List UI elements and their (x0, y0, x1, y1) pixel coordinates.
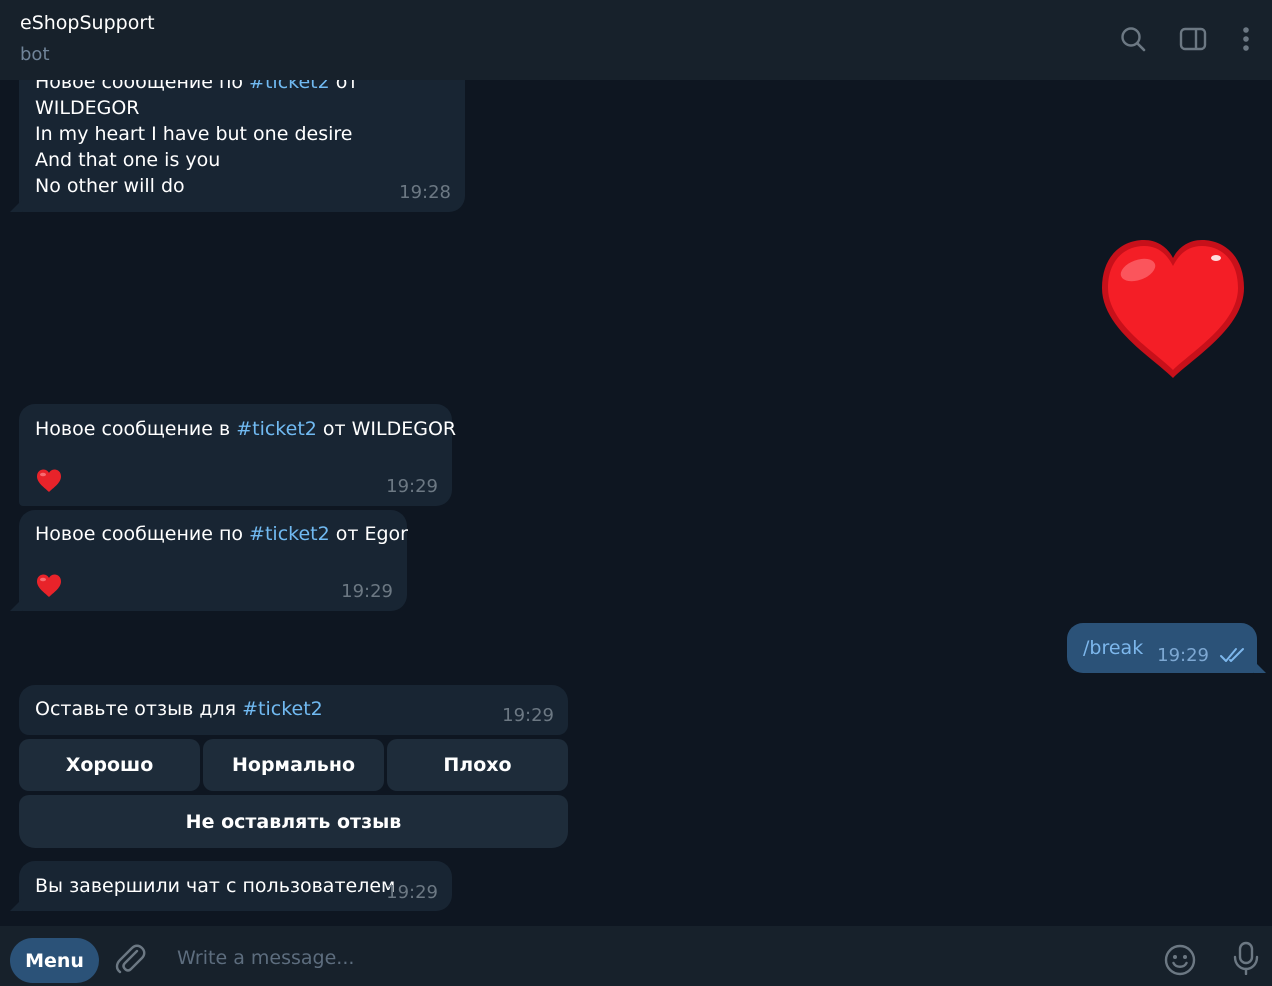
bot-menu-button[interactable]: Menu (10, 938, 99, 983)
message-time: 19:29 (341, 581, 393, 602)
message-text: In my heart I have but one desire And th… (35, 123, 353, 197)
message-header: Новое сообщение в #ticket2 от WILDEGOR (35, 418, 457, 440)
message-time: 19:29 (386, 476, 438, 497)
keyboard-button-no-feedback[interactable]: Не оставлять отзыв (19, 795, 568, 848)
red-heart-emoji (36, 573, 62, 606)
hashtag-link[interactable]: #ticket2 (249, 80, 330, 93)
hashtag-link[interactable]: #ticket2 (236, 418, 317, 440)
keyboard-button-good[interactable]: Хорошо (19, 739, 200, 791)
message-time: 19:29 (502, 705, 554, 726)
message-time: 19:29 (386, 882, 438, 903)
chat-header: eShopSupport bot (0, 0, 1272, 80)
chat-subtitle: bot (20, 44, 50, 65)
message-bubble[interactable]: Оставьте отзыв для #ticket2 19:29 (19, 685, 568, 735)
message-text: Оставьте отзыв для #ticket2 (35, 698, 323, 720)
chat-title[interactable]: eShopSupport (20, 12, 155, 34)
red-heart-emoji (36, 468, 62, 501)
message-bubble[interactable]: Вы завершили чат с пользователем 19:29 (10, 861, 452, 911)
message-list[interactable]: Новое сообщение по #ticket2 от WILDEGOR … (0, 80, 1272, 926)
message-composer: Menu (0, 926, 1272, 986)
attach-icon[interactable] (115, 943, 149, 977)
microphone-icon[interactable] (1229, 941, 1263, 976)
keyboard-button-bad[interactable]: Плохо (387, 739, 568, 791)
emoji-icon[interactable] (1163, 943, 1197, 977)
keyboard-button-normal[interactable]: Нормально (203, 739, 384, 791)
sidebar-toggle-icon[interactable] (1178, 24, 1208, 54)
hashtag-link[interactable]: #ticket2 (249, 523, 330, 545)
bot-command-link[interactable]: /break (1083, 635, 1143, 661)
message-input[interactable] (175, 942, 1079, 974)
message-text: Вы завершили чат с пользователем (35, 875, 396, 897)
message-time: 19:28 (399, 182, 451, 203)
search-icon[interactable] (1118, 24, 1148, 54)
message-header: Новое сообщение по #ticket2 от Egor (35, 523, 408, 545)
hashtag-link[interactable]: #ticket2 (242, 698, 323, 720)
message-time: 19:29 (1157, 645, 1209, 666)
red-heart-sticker[interactable] (1098, 236, 1248, 382)
outgoing-message-bubble[interactable]: /break 19:29 (1067, 623, 1266, 673)
message-bubble[interactable]: Новое сообщение по #ticket2 от WILDEGOR … (10, 80, 465, 212)
message-bubble[interactable]: Новое сообщение по #ticket2 от Egor 19:2… (10, 510, 408, 611)
message-bubble[interactable]: Новое сообщение в #ticket2 от WILDEGOR 1… (19, 404, 456, 506)
read-double-check-icon (1219, 645, 1249, 665)
message-header: Новое сообщение по #ticket2 от WILDEGOR (35, 80, 465, 121)
more-vertical-icon[interactable] (1231, 24, 1261, 54)
